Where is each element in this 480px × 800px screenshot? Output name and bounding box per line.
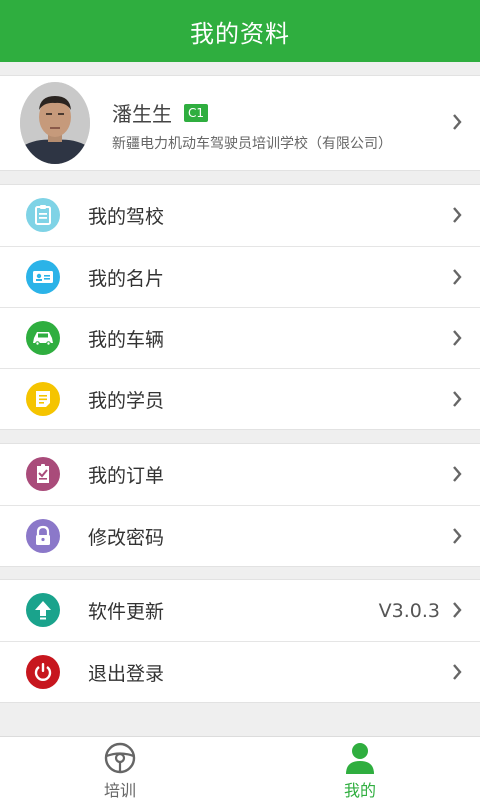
chevron-right-icon <box>453 602 462 618</box>
menu-item-my-card[interactable]: 我的名片 <box>0 246 480 307</box>
license-badge: C1 <box>184 103 209 122</box>
menu-item-label: 我的车辆 <box>88 328 165 351</box>
menu-item-software-update[interactable]: 软件更新 V3.0.3 <box>0 580 480 641</box>
chevron-right-icon <box>453 330 462 346</box>
menu-group-1: 我的驾校 我的名片 我的车辆 我的学员 <box>0 184 480 430</box>
chevron-right-icon <box>453 466 462 482</box>
bottom-tab-bar: 培训 我的 <box>0 736 480 800</box>
lock-icon <box>26 519 60 553</box>
order-icon <box>26 457 60 491</box>
menu-group-3: 软件更新 V3.0.3 退出登录 <box>0 579 480 703</box>
person-icon <box>346 743 374 774</box>
id-card-icon <box>26 260 60 294</box>
steering-wheel-icon <box>104 742 136 774</box>
menu-item-label: 我的学员 <box>88 389 165 412</box>
menu-item-my-driving-school[interactable]: 我的驾校 <box>0 185 480 246</box>
chevron-right-icon <box>453 207 462 223</box>
tab-label: 我的 <box>343 781 376 800</box>
avatar <box>20 82 90 164</box>
top-app-bar: 我的资料 <box>0 0 480 62</box>
car-icon <box>26 321 60 355</box>
power-icon <box>26 655 60 689</box>
menu-item-label: 我的名片 <box>88 267 165 290</box>
menu-item-label: 退出登录 <box>88 662 165 685</box>
notes-icon <box>26 382 60 416</box>
upload-arrow-icon <box>26 593 60 627</box>
tab-training[interactable]: 培训 <box>0 737 240 800</box>
app-version: V3.0.3 <box>378 599 440 622</box>
chevron-right-icon <box>453 664 462 680</box>
menu-item-label: 修改密码 <box>88 526 165 549</box>
chevron-right-icon <box>453 528 462 544</box>
page-title: 我的资料 <box>190 19 290 48</box>
profile-card[interactable]: 潘生生 C1 新疆电力机动车驾驶员培训学校（有限公司） <box>0 75 480 171</box>
profile-school: 新疆电力机动车驾驶员培训学校（有限公司） <box>112 136 392 152</box>
chevron-right-icon <box>453 391 462 407</box>
menu-item-logout[interactable]: 退出登录 <box>0 641 480 702</box>
clipboard-icon <box>26 198 60 232</box>
tab-mine[interactable]: 我的 <box>240 737 480 800</box>
menu-item-my-students[interactable]: 我的学员 <box>0 368 480 429</box>
menu-item-my-orders[interactable]: 我的订单 <box>0 444 480 505</box>
chevron-right-icon <box>453 269 462 285</box>
profile-name: 潘生生 <box>112 102 172 126</box>
menu-item-change-password[interactable]: 修改密码 <box>0 505 480 566</box>
chevron-right-icon <box>453 114 462 130</box>
menu-item-label: 我的驾校 <box>88 206 165 228</box>
menu-group-2: 我的订单 修改密码 <box>0 443 480 567</box>
menu-item-label: 软件更新 <box>88 601 165 623</box>
tab-label: 培训 <box>103 781 136 800</box>
menu-item-my-vehicle[interactable]: 我的车辆 <box>0 307 480 368</box>
menu-item-label: 我的订单 <box>88 465 165 487</box>
